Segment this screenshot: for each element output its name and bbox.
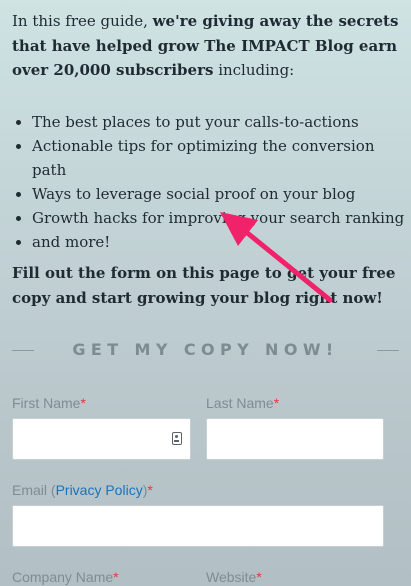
benefit-item: Ways to leverage social proof on your bl… — [32, 182, 411, 206]
first-name-label: First Name* — [12, 395, 86, 411]
autofill-contact-icon[interactable] — [172, 432, 182, 445]
last-name-input[interactable] — [206, 418, 384, 460]
form-heading-divider: GET MY COPY NOW! — [12, 340, 399, 362]
first-name-input[interactable] — [12, 418, 191, 460]
form-heading: GET MY COPY NOW! — [72, 340, 339, 359]
website-label: Website* — [206, 569, 262, 585]
email-label-prefix: Email ( — [12, 482, 56, 498]
intro-prefix: In this free guide, — [12, 12, 153, 30]
benefit-item: and more! — [32, 230, 411, 254]
company-name-label-text: Company Name — [12, 569, 114, 585]
required-mark: * — [273, 395, 280, 411]
divider-line-right — [377, 350, 399, 351]
cta-text: Fill out the form on this page to get yo… — [12, 264, 396, 307]
benefits-list: The best places to put your calls-to-act… — [12, 110, 411, 254]
required-mark: * — [80, 395, 86, 411]
required-mark: * — [113, 569, 119, 585]
company-name-label: Company Name* — [12, 569, 119, 585]
required-mark: * — [256, 569, 262, 585]
last-name-label-text: Last Name — [206, 395, 274, 411]
last-name-label: Last Name* — [206, 395, 279, 411]
privacy-policy-link[interactable]: Privacy Policy — [56, 482, 143, 498]
intro-paragraph: In this free guide, we're giving away th… — [12, 9, 404, 83]
benefit-item: Actionable tips for optimizing the conve… — [32, 134, 411, 182]
required-mark: * — [147, 482, 153, 498]
intro-suffix: including: — [213, 61, 295, 79]
email-input[interactable] — [12, 505, 384, 547]
first-name-label-text: First Name — [12, 395, 81, 411]
website-label-text: Website — [206, 569, 257, 585]
email-label: Email (Privacy Policy)* — [12, 482, 153, 498]
benefit-item: Growth hacks for improving your search r… — [32, 206, 411, 230]
benefit-item: The best places to put your calls-to-act… — [32, 110, 411, 134]
